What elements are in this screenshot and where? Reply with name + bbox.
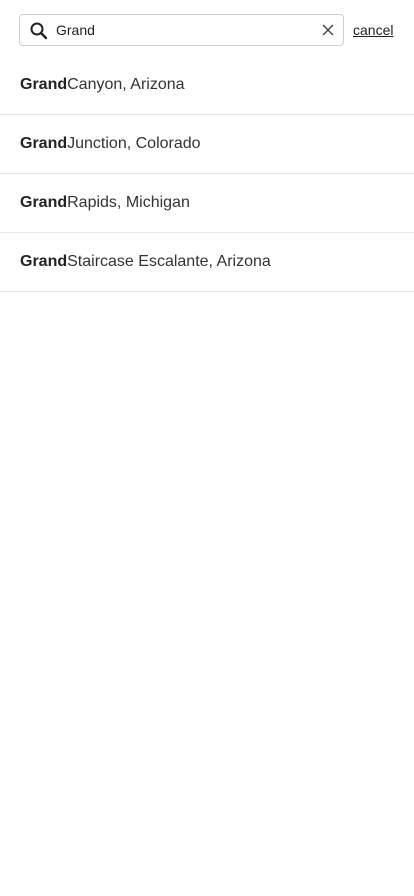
search-input[interactable]: [56, 16, 312, 44]
suggestion-match: Grand: [20, 76, 68, 93]
list-item[interactable]: Grand Junction, Colorado: [0, 115, 414, 174]
list-item[interactable]: Grand Canyon, Arizona: [0, 56, 414, 115]
close-icon[interactable]: [319, 21, 337, 39]
suggestion-match: Grand: [20, 194, 68, 211]
list-item[interactable]: Grand Rapids, Michigan: [0, 174, 414, 233]
list-item[interactable]: Grand Staircase Escalante, Arizona: [0, 233, 414, 292]
search-icon: [29, 21, 49, 41]
cancel-button[interactable]: cancel: [353, 22, 393, 38]
search-box[interactable]: [19, 14, 344, 46]
suggestion-rest: Rapids, Michigan: [67, 194, 190, 211]
suggestion-rest: Staircase Escalante, Arizona: [67, 253, 271, 270]
suggestion-match: Grand: [20, 253, 68, 270]
suggestion-match: Grand: [20, 135, 68, 152]
suggestion-rest: Junction, Colorado: [67, 135, 201, 152]
search-bar: cancel: [0, 0, 414, 56]
suggestion-list: Grand Canyon, Arizona Grand Junction, Co…: [0, 56, 414, 292]
suggestion-rest: Canyon, Arizona: [67, 76, 185, 93]
